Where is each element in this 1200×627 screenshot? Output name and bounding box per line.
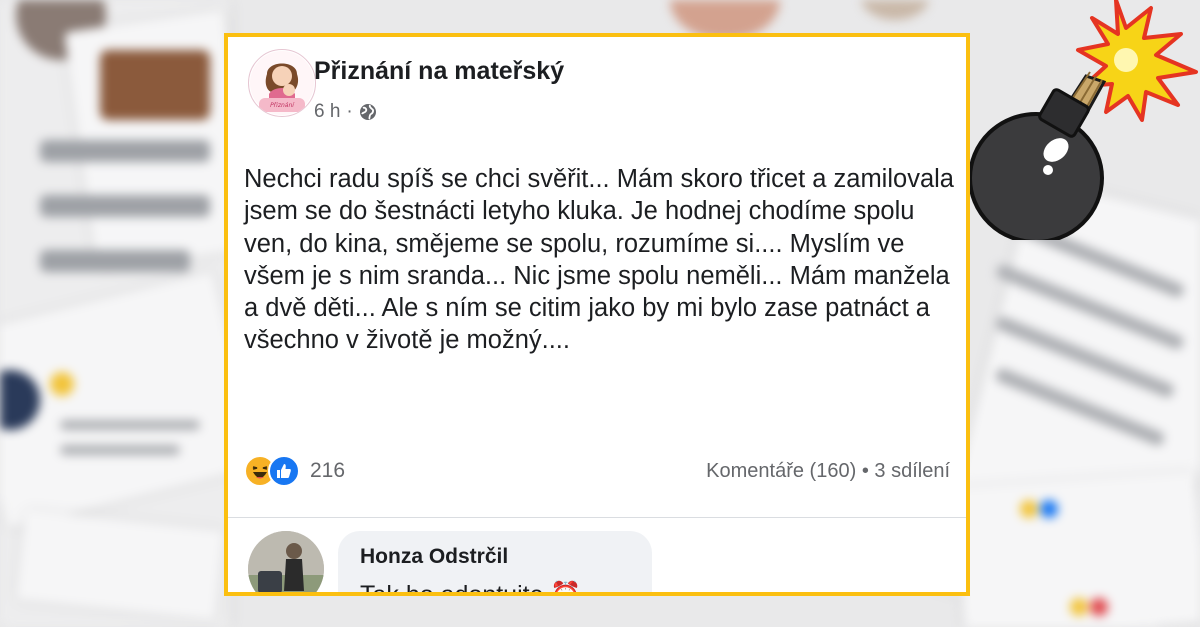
post-time[interactable]: 6 h	[314, 101, 340, 123]
divider	[228, 517, 966, 518]
reaction-summary[interactable]: 216	[244, 455, 345, 487]
comments-count-link[interactable]: Komentáře (160)	[706, 460, 856, 482]
page-avatar[interactable]: Přiznání	[248, 49, 316, 117]
facebook-post: Přiznání Přiznání na mateřský 6 h · Nech…	[224, 33, 970, 596]
commenter-avatar[interactable]	[248, 531, 324, 592]
globe-icon[interactable]	[359, 103, 377, 121]
comment-author[interactable]: Honza Odstrčil	[360, 545, 508, 569]
like-icon	[268, 455, 300, 487]
svg-text:Přiznání: Přiznání	[270, 102, 295, 109]
post-body: Nechci radu spíš se chci svěřit... Mám s…	[244, 165, 954, 355]
post-header: Přiznání	[248, 49, 316, 117]
bomb-icon	[968, 0, 1198, 240]
reaction-count: 216	[310, 459, 346, 482]
post-stats: Komentáře (160) • 3 sdílení	[706, 460, 950, 483]
page-logo: Přiznání	[250, 51, 314, 115]
stats-separator: •	[861, 460, 869, 482]
page-name[interactable]: Přiznání na mateřský	[314, 57, 564, 86]
shares-count-link[interactable]: 3 sdílení	[874, 460, 950, 482]
comment-text: Tak ho adoptujte ⏰	[360, 581, 582, 596]
meta-separator: ·	[346, 101, 353, 122]
post-meta: 6 h ·	[314, 101, 377, 123]
comment-bubble: Honza Odstrčil Tak ho adoptujte ⏰	[338, 531, 652, 596]
commenter-photo	[248, 531, 324, 592]
